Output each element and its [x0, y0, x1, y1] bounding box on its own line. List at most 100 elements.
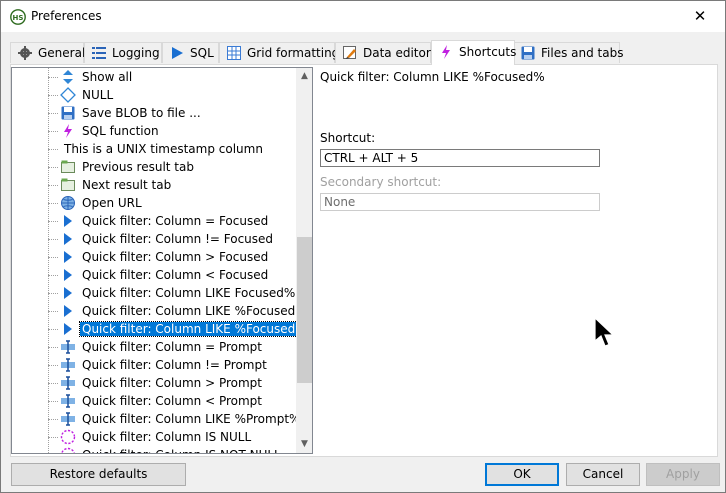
restore-defaults-button[interactable]: Restore defaults	[11, 463, 186, 486]
tree-item[interactable]: Quick filter: Column > Focused	[12, 248, 294, 266]
tree-vertical-scrollbar[interactable]: ▲ ▼	[296, 68, 312, 453]
tree-item[interactable]: Quick filter: Column LIKE %Focused%	[12, 320, 310, 338]
tree-item[interactable]: Save BLOB to file ...	[12, 104, 294, 122]
tree-item[interactable]: SQL function	[12, 122, 294, 140]
prompt-filter-icon	[61, 412, 75, 426]
tree-branch-line	[48, 401, 58, 402]
globe-icon	[61, 196, 75, 210]
prompt-filter-icon	[61, 340, 75, 354]
gear-icon	[18, 46, 32, 60]
tree-item[interactable]: NULL	[12, 86, 294, 104]
prompt-filter-icon	[61, 394, 75, 408]
tree-item-label: This is a UNIX timestamp column	[64, 142, 263, 156]
tab-label: SQL	[190, 46, 214, 60]
tree-branch-line	[48, 239, 58, 240]
tab-label: Data editors	[363, 46, 438, 60]
tree-item-label: NULL	[82, 88, 114, 102]
tree-item[interactable]: Quick filter: Column IS NOT NULL	[12, 446, 294, 453]
tree-branch-line	[48, 221, 58, 222]
tree-branch-line	[48, 347, 58, 348]
tree-branch-line	[48, 77, 58, 78]
tree-item-label: Save BLOB to file ...	[82, 106, 201, 120]
tab-logging[interactable]: Logging	[84, 42, 162, 63]
tab-sql[interactable]: SQL	[162, 42, 219, 63]
tree-item[interactable]: Quick filter: Column LIKE %Prompt%	[12, 410, 300, 428]
filter-arrow-icon	[64, 251, 72, 263]
preferences-window: HS Preferences ✕ General Logging SQL Grid f…	[0, 0, 726, 493]
close-icon[interactable]: ✕	[689, 5, 711, 27]
tree-item-label: Quick filter: Column LIKE Focused%	[82, 286, 296, 300]
tree-item-label: Quick filter: Column < Prompt	[82, 394, 262, 408]
tree-item[interactable]: Quick filter: Column < Prompt	[12, 392, 294, 410]
play-icon	[172, 47, 183, 59]
apply-button: Apply	[646, 463, 720, 486]
dashed-circle-icon	[61, 447, 75, 453]
tree-item-label: Quick filter: Column != Prompt	[82, 358, 267, 372]
shortcut-detail-pane: Quick filter: Column LIKE %Focused% Shor…	[319, 67, 709, 452]
tree-item[interactable]: This is a UNIX timestamp column	[12, 140, 294, 158]
tree-branch-line	[48, 131, 58, 132]
tab-label: Files and tabs	[541, 46, 624, 60]
tree-branch-line	[48, 167, 58, 168]
tree-item[interactable]: Quick filter: Column > Prompt	[12, 374, 294, 392]
tree-item[interactable]: Previous result tab	[12, 158, 294, 176]
tree-item-label: Show all	[82, 70, 133, 84]
tab-general[interactable]: General	[10, 42, 85, 63]
tree-item[interactable]: Quick filter: Column = Prompt	[12, 338, 294, 356]
svg-text:HS: HS	[13, 14, 24, 22]
tree-item-label: Quick filter: Column > Focused	[82, 250, 269, 264]
tree-branch-line	[48, 203, 58, 204]
tree-item[interactable]: Quick filter: Column != Focused	[12, 230, 294, 248]
tab-data-editors[interactable]: Data editors	[335, 42, 437, 63]
tree-item-label: Quick filter: Column = Focused	[82, 214, 269, 228]
floppy-icon	[61, 106, 75, 120]
shortcut-tree[interactable]: Show all NULL Save BLOB to file ... SQL fun…	[11, 67, 313, 454]
heidisql-logo-icon: HS	[10, 9, 26, 25]
tree-item[interactable]: Quick filter: Column IS NULL	[12, 428, 294, 446]
tree-item-label: Next result tab	[82, 178, 172, 192]
scroll-up-arrow-icon[interactable]: ▲	[296, 68, 312, 85]
shortcut-field[interactable]: CTRL + ALT + 5	[320, 149, 600, 167]
tree-item[interactable]: Quick filter: Column LIKE %Focused	[12, 302, 295, 320]
tab-files-and-tabs[interactable]: Files and tabs	[513, 42, 624, 63]
tree-item-label: Quick filter: Column LIKE %Focused%	[79, 321, 310, 337]
tab-grid-formatting[interactable]: Grid formatting	[219, 42, 339, 63]
tab-strip: General Logging SQL Grid formatting Data edi…	[10, 40, 718, 65]
tree-branch-line	[48, 185, 58, 186]
prompt-filter-icon	[61, 376, 75, 390]
lightning-icon	[64, 124, 72, 138]
tree-item[interactable]: Show all	[12, 68, 294, 86]
tab-label: Logging	[112, 46, 160, 60]
tree-branch-line	[48, 419, 58, 420]
tree-item-label: Quick filter: Column != Focused	[82, 232, 274, 246]
tree-item[interactable]: Quick filter: Column LIKE Focused%	[12, 284, 296, 302]
tree-branch-line	[48, 113, 58, 114]
tree-item[interactable]: Quick filter: Column < Focused	[12, 266, 294, 284]
tree-branch-line	[48, 275, 58, 276]
tab-shortcuts[interactable]: Shortcuts	[431, 40, 517, 65]
tree-item[interactable]: Next result tab	[12, 176, 294, 194]
tab-label: Shortcuts	[459, 45, 517, 59]
ok-button[interactable]: OK	[485, 463, 559, 486]
tree-item[interactable]: Quick filter: Column != Prompt	[12, 356, 294, 374]
tree-item[interactable]: Open URL	[12, 194, 294, 212]
tab-icon	[61, 160, 75, 173]
filter-arrow-icon	[64, 233, 72, 245]
tree-branch-line	[48, 293, 58, 294]
shortcut-label: Shortcut:	[320, 131, 376, 145]
list-icon	[92, 47, 106, 59]
diamond-icon	[60, 87, 76, 103]
floppy-icon	[521, 46, 535, 60]
tree-item-label: SQL function	[82, 124, 159, 138]
scroll-thumb[interactable]	[297, 237, 312, 383]
tree-item-label: Quick filter: Column IS NOT NULL	[80, 448, 283, 453]
tree-item[interactable]: Quick filter: Column = Focused	[12, 212, 294, 230]
tree-item-label: Quick filter: Column = Prompt	[82, 340, 262, 354]
scroll-down-arrow-icon[interactable]: ▼	[296, 436, 312, 453]
cancel-button[interactable]: Cancel	[566, 463, 640, 486]
grid-icon	[227, 46, 241, 60]
tab-label: Grid formatting	[247, 46, 340, 60]
filter-arrow-icon	[64, 323, 72, 335]
filter-arrow-icon	[64, 215, 72, 227]
tree-item-label: Quick filter: Column LIKE %Prompt%	[82, 412, 301, 426]
